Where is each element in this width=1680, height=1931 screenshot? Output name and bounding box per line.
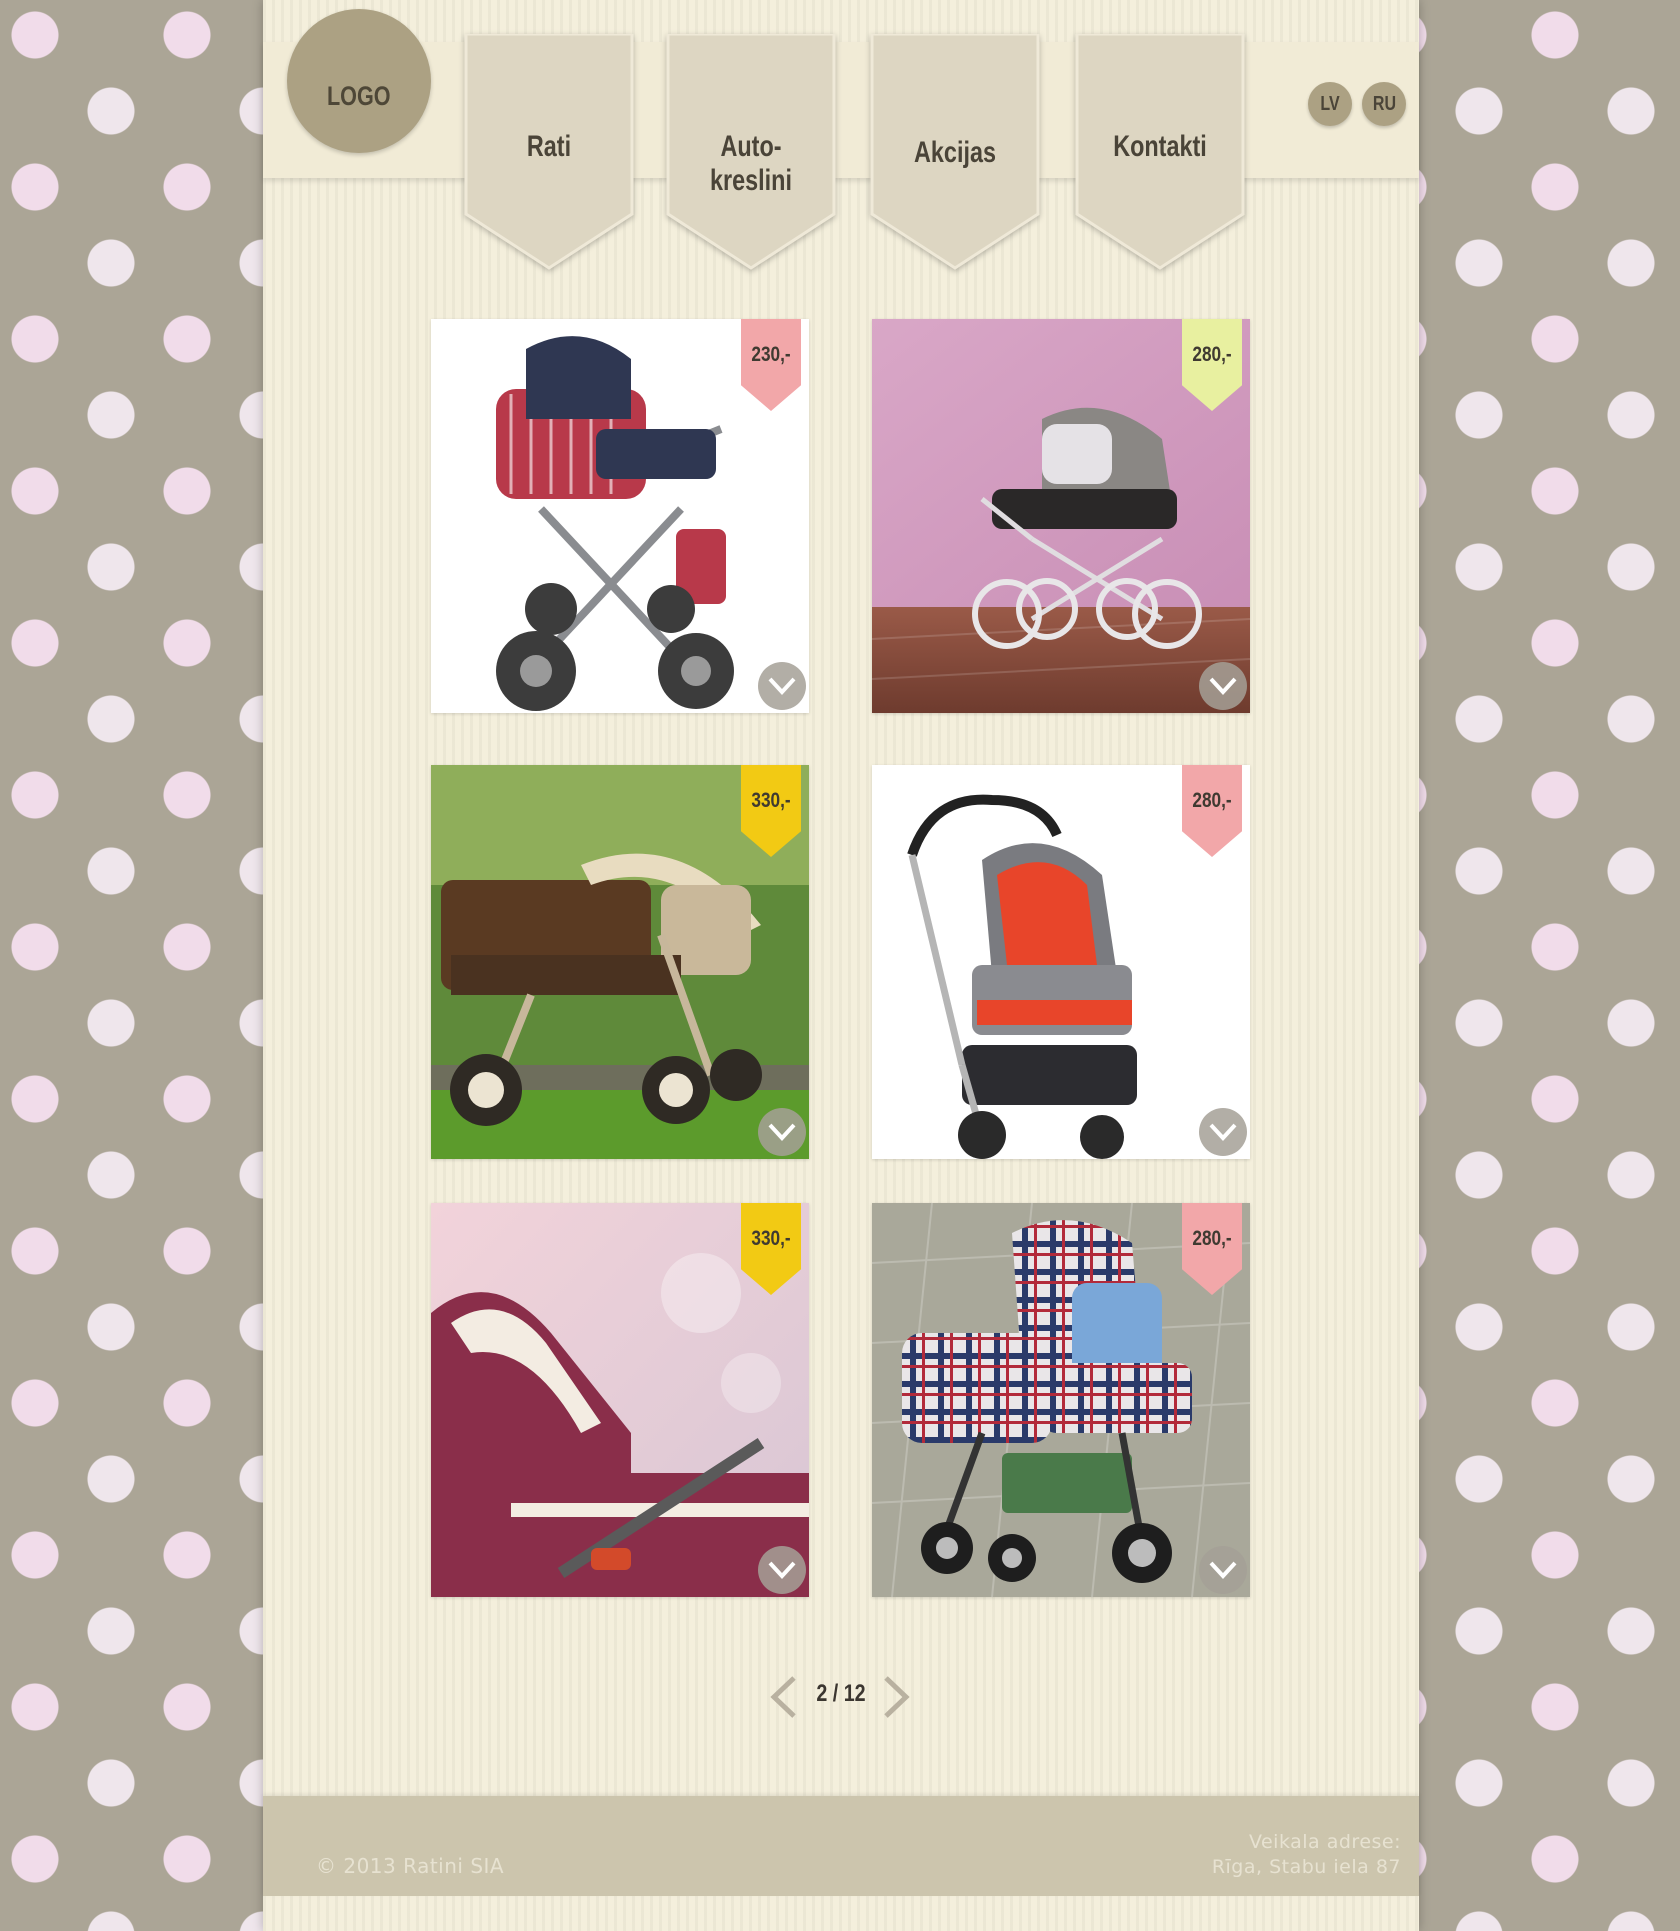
expand-button[interactable] [758,1546,806,1594]
header-bar [263,42,1419,178]
chevron-down-icon [1209,1123,1237,1141]
address-title: Veikala adrese: [1248,1831,1401,1853]
expand-button[interactable] [1199,662,1247,710]
price-label: 330,- [751,789,791,812]
page-container: LOGO Rati Auto-kreslini Akcijas Kontakti… [263,0,1419,1931]
address-line: Rīga, Stabu iela 87 [1211,1856,1401,1878]
chevron-down-icon [768,677,796,695]
store-address: Veikala adrese: Rīga, Stabu iela 87 [1212,1830,1401,1880]
expand-button[interactable] [758,1108,806,1156]
lang-ru-button[interactable]: RU [1362,82,1406,126]
logo[interactable]: LOGO [287,9,431,153]
expand-button[interactable] [1199,1108,1247,1156]
product-card[interactable]: 330,- [431,765,809,1159]
expand-button[interactable] [1199,1546,1247,1594]
chevron-down-icon [1209,1561,1237,1579]
copyright-text: © 2013 Ratini SIA [316,1854,505,1878]
nav-label-kontakti: Kontakti [1113,130,1207,163]
nav-item-akcijas[interactable]: Akcijas [870,34,1040,270]
price-label: 230,- [751,343,791,366]
price-label: 330,- [751,1227,791,1250]
prev-page-button[interactable] [766,1674,800,1720]
chevron-down-icon [1209,677,1237,695]
chevron-down-icon [768,1561,796,1579]
lang-lv-button[interactable]: LV [1308,82,1352,126]
logo-text: LOGO [327,80,391,111]
price-label: 280,- [1192,789,1232,812]
nav-label-auto-kreslini: Auto-kreslini [710,130,792,197]
chevron-left-icon [770,1676,796,1718]
nav-item-kontakti[interactable]: Kontakti [1075,34,1245,270]
page-indicator: 2 / 12 [816,1680,866,1707]
chevron-right-icon [884,1676,910,1718]
next-page-button[interactable] [880,1674,914,1720]
lang-lv-label: LV [1320,92,1340,115]
product-card[interactable]: 330,- [431,1203,809,1597]
product-card[interactable]: 280,- [872,765,1250,1159]
product-card[interactable]: 230,- [431,319,809,713]
nav-item-rati[interactable]: Rati [464,34,634,270]
product-card[interactable]: 280,- [872,1203,1250,1597]
nav-label-rati: Rati [526,130,572,163]
expand-button[interactable] [758,662,806,710]
chevron-down-icon [768,1123,796,1141]
price-label: 280,- [1192,1227,1232,1250]
nav-item-auto-kreslini[interactable]: Auto-kreslini [666,34,836,270]
product-card[interactable]: 280,- [872,319,1250,713]
nav-label-akcijas: Akcijas [914,136,996,169]
lang-ru-label: RU [1372,92,1396,115]
price-label: 280,- [1192,343,1232,366]
footer: © 2013 Ratini SIA Veikala adrese: Rīga, … [263,1796,1419,1896]
